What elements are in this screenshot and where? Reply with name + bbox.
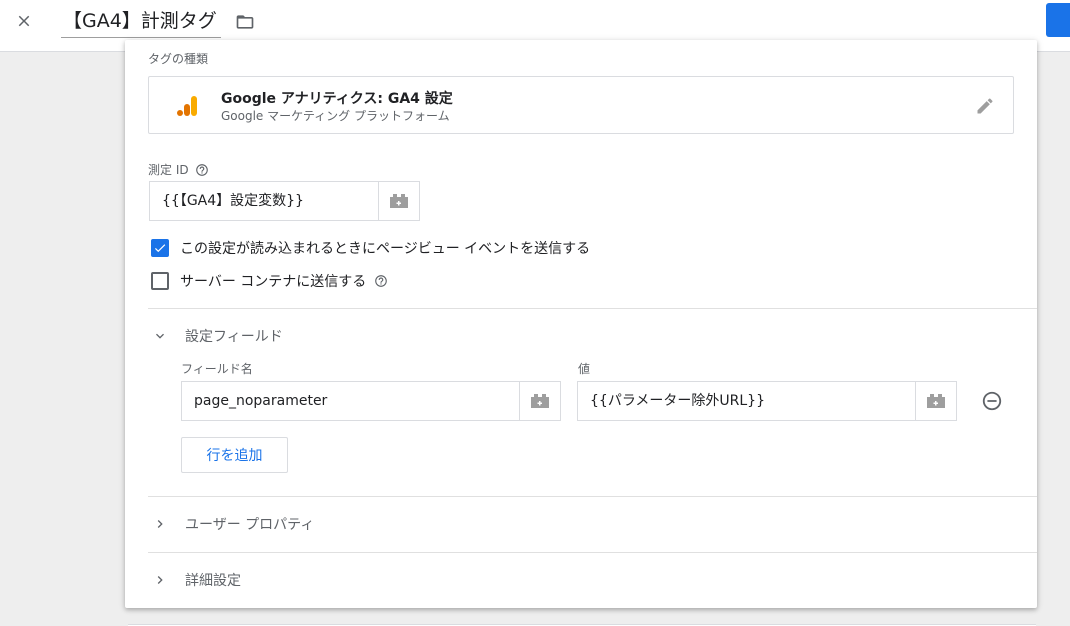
fields-to-set-title: 設定フィールド <box>185 329 283 345</box>
google-analytics-icon <box>177 96 197 116</box>
chevron-down-icon <box>156 333 164 339</box>
help-icon[interactable] <box>195 163 209 177</box>
send-pageview-label: この設定が読み込まれるときにページビュー イベントを送信する <box>180 241 591 257</box>
advanced-settings-title: 詳細設定 <box>185 573 241 589</box>
chevron-right-icon <box>157 520 163 528</box>
send-pageview-option[interactable]: この設定が読み込まれるときにページビュー イベントを送信する <box>151 238 590 258</box>
field-name-header: フィールド名 <box>181 362 253 376</box>
tag-type-name: Google アナリティクス: GA4 設定 <box>221 91 453 107</box>
variable-picker-button[interactable] <box>519 382 560 420</box>
folder-button[interactable] <box>234 12 256 32</box>
send-to-server-option[interactable]: サーバー コンテナに送信する <box>151 271 388 291</box>
measurement-id-label: 測定 ID <box>148 163 189 177</box>
send-pageview-checkbox[interactable] <box>151 239 169 257</box>
divider <box>148 552 1037 553</box>
tag-type-selector[interactable]: Google アナリティクス: GA4 設定 Google マーケティング プラ… <box>148 76 1014 134</box>
tag-name-input[interactable]: 【GA4】計測タグ <box>61 5 221 38</box>
tag-configuration-card: タグの種類 Google アナリティクス: GA4 設定 Google マーケテ… <box>125 40 1037 608</box>
variable-picker-button[interactable] <box>915 382 956 420</box>
measurement-id-label-row: 測定 ID <box>148 161 209 178</box>
pencil-icon <box>977 98 993 114</box>
close-icon <box>18 15 30 27</box>
send-to-server-label: サーバー コンテナに送信する <box>180 274 367 290</box>
help-icon[interactable] <box>374 274 388 288</box>
value-header: 値 <box>578 362 591 376</box>
variable-block-icon <box>531 394 549 408</box>
remove-row-button[interactable] <box>981 390 1003 412</box>
field-name-value: page_noparameter <box>194 393 328 409</box>
folder-icon <box>236 15 254 29</box>
field-value-input[interactable]: {{パラメーター除外URL}} <box>577 381 957 421</box>
divider <box>148 496 1037 497</box>
send-to-server-checkbox[interactable] <box>151 272 169 290</box>
edit-tag-type-button[interactable] <box>975 96 995 116</box>
measurement-id-field[interactable]: {{【GA4】設定変数}} <box>149 181 420 221</box>
variable-picker-button[interactable] <box>378 182 419 220</box>
user-properties-toggle[interactable]: ユーザー プロパティ <box>152 514 314 534</box>
tag-type-label: タグの種類 <box>148 52 209 66</box>
variable-block-icon <box>927 394 945 408</box>
divider <box>148 308 1037 309</box>
field-name-input[interactable]: page_noparameter <box>181 381 561 421</box>
add-row-button[interactable]: 行を追加 <box>181 437 288 473</box>
tag-type-vendor: Google マーケティング プラットフォーム <box>221 109 450 123</box>
chevron-right-icon <box>157 576 163 584</box>
user-properties-title: ユーザー プロパティ <box>185 517 315 533</box>
check-icon <box>154 244 166 253</box>
field-value-value: {{パラメーター除外URL}} <box>590 393 765 409</box>
measurement-id-value: {{【GA4】設定変数}} <box>162 193 304 209</box>
remove-circle-icon <box>982 391 1002 411</box>
advanced-settings-toggle[interactable]: 詳細設定 <box>152 570 241 590</box>
fields-to-set-toggle[interactable]: 設定フィールド <box>152 326 283 346</box>
save-button[interactable] <box>1046 3 1070 37</box>
close-button[interactable] <box>13 10 35 32</box>
variable-block-icon <box>390 194 408 208</box>
